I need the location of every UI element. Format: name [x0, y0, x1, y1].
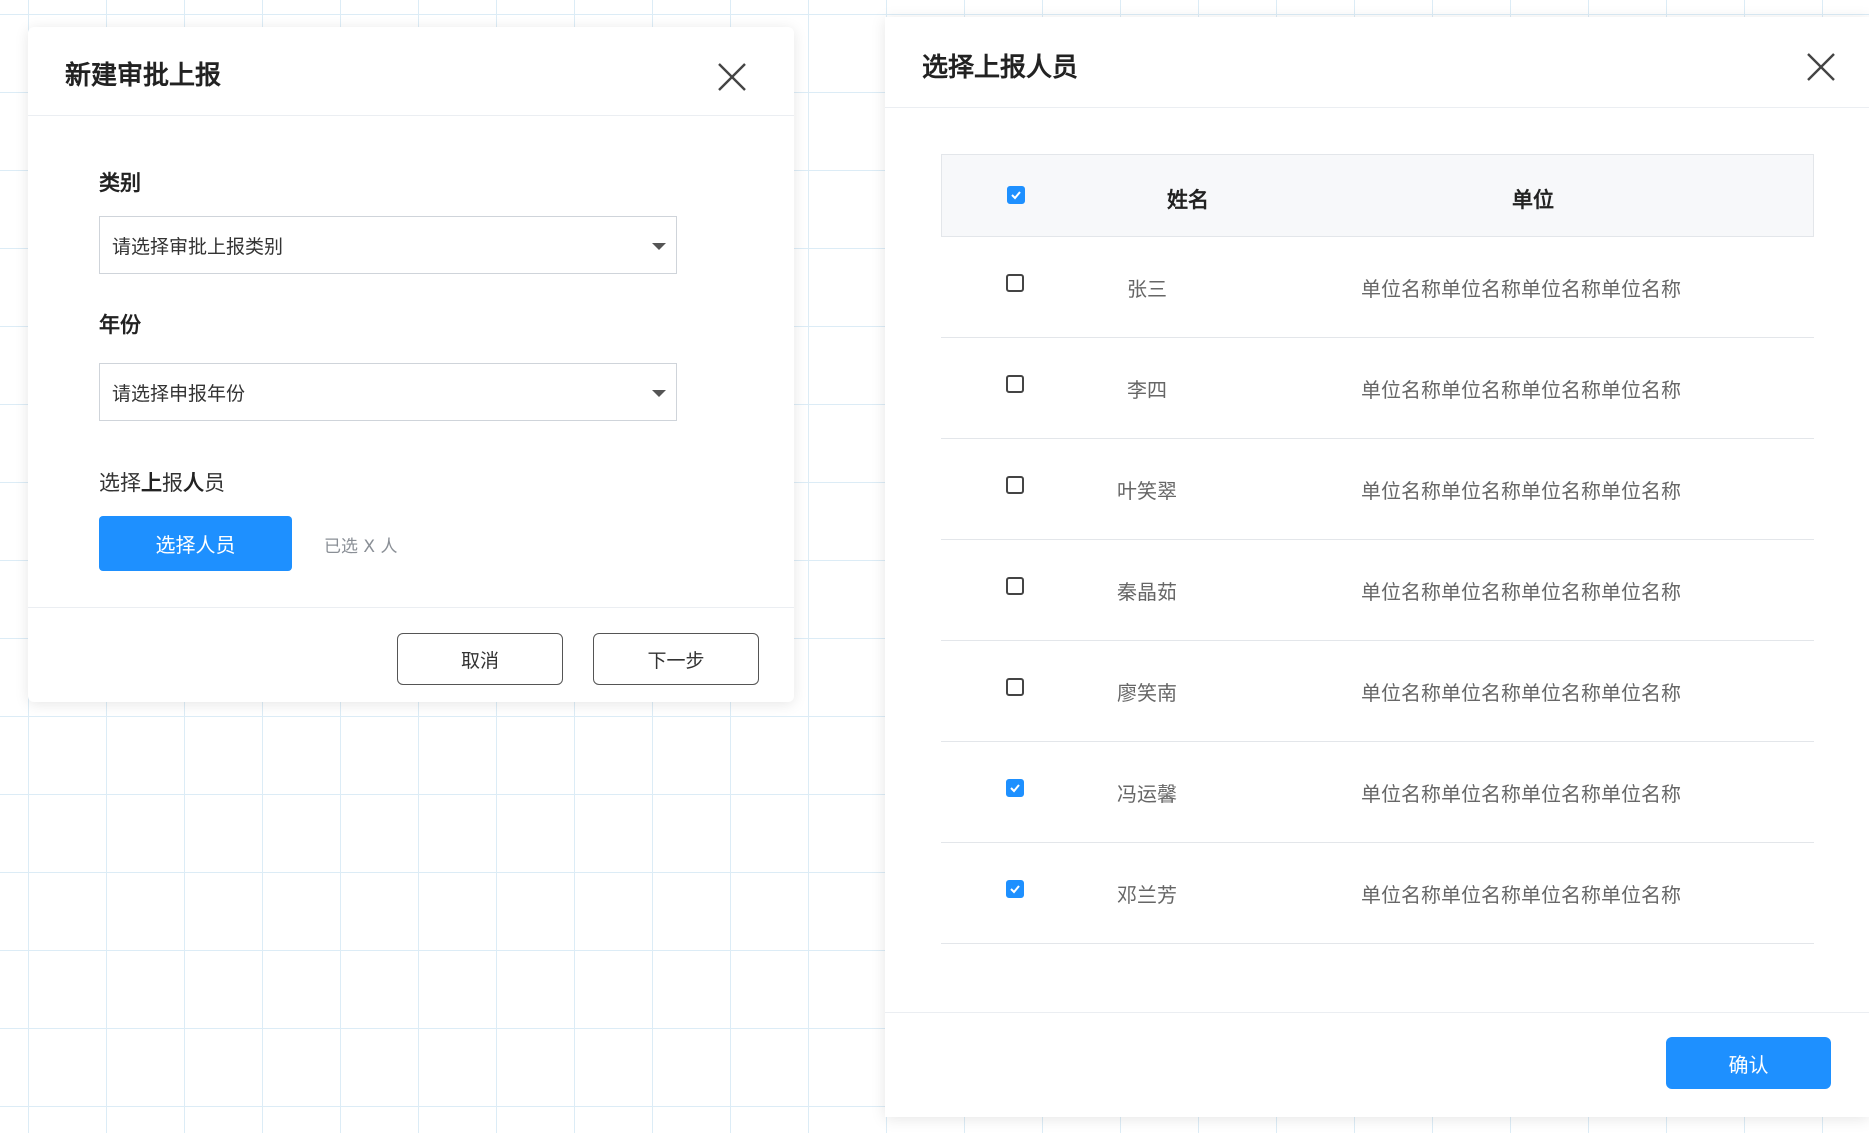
person-name: 冯运馨	[1117, 782, 1177, 806]
person-unit: 单位名称单位名称单位名称单位名称	[1361, 479, 1681, 503]
select-people-dialog: 选择上报人员 姓名 单位 张三 单位名称单位名称单位名称单位名称 李四 单位名称…	[885, 17, 1869, 1117]
person-unit: 单位名称单位名称单位名称单位名称	[1361, 580, 1681, 604]
dialog-title: 新建审批上报	[65, 61, 222, 91]
category-label: 类别	[99, 171, 141, 195]
person-name: 邓兰芳	[1117, 883, 1177, 907]
person-name: 叶笑翠	[1117, 479, 1177, 503]
footer-divider	[885, 1012, 1869, 1013]
column-header-name: 姓名	[1167, 188, 1209, 212]
category-select[interactable]: 请选择审批上报类别	[99, 216, 677, 274]
chevron-down-icon	[652, 243, 666, 250]
year-select[interactable]: 请选择申报年份	[99, 363, 677, 421]
person-unit: 单位名称单位名称单位名称单位名称	[1361, 378, 1681, 402]
dialog-title: 选择上报人员	[922, 53, 1079, 83]
chevron-down-icon	[652, 390, 666, 397]
person-name: 李四	[1127, 378, 1167, 402]
table-row[interactable]: 邓兰芳 单位名称单位名称单位名称单位名称	[941, 843, 1814, 944]
dialog-header: 新建审批上报	[28, 27, 794, 116]
table-row[interactable]: 张三 单位名称单位名称单位名称单位名称	[941, 237, 1814, 338]
category-placeholder: 请选择审批上报类别	[112, 236, 284, 258]
next-step-button[interactable]: 下一步	[593, 633, 759, 685]
person-name: 秦晶茹	[1117, 580, 1177, 604]
cancel-button[interactable]: 取消	[397, 633, 563, 685]
footer-divider	[28, 607, 794, 608]
close-icon[interactable]	[1801, 47, 1841, 87]
people-label-part: 报	[162, 471, 183, 495]
create-report-dialog: 新建审批上报 类别 请选择审批上报类别 年份 请选择申报年份 选择上报人员 选择…	[28, 27, 794, 702]
select-people-button[interactable]: 选择人员	[99, 516, 292, 571]
confirm-button[interactable]: 确认	[1666, 1037, 1831, 1089]
people-label-part: 人	[183, 471, 204, 495]
table-row[interactable]: 叶笑翠 单位名称单位名称单位名称单位名称	[941, 439, 1814, 540]
year-label: 年份	[99, 313, 141, 337]
people-table: 姓名 单位 张三 单位名称单位名称单位名称单位名称 李四 单位名称单位名称单位名…	[941, 154, 1814, 944]
people-label-part: 员	[204, 471, 225, 495]
table-row[interactable]: 秦晶茹 单位名称单位名称单位名称单位名称	[941, 540, 1814, 641]
selected-count: 已选 X 人	[324, 537, 398, 557]
person-name: 廖笑南	[1117, 681, 1177, 705]
people-label-part: 上	[141, 471, 162, 495]
people-label-part: 选择	[99, 471, 141, 495]
table-row[interactable]: 李四 单位名称单位名称单位名称单位名称	[941, 338, 1814, 439]
person-unit: 单位名称单位名称单位名称单位名称	[1361, 782, 1681, 806]
table-row[interactable]: 廖笑南 单位名称单位名称单位名称单位名称	[941, 641, 1814, 742]
person-unit: 单位名称单位名称单位名称单位名称	[1361, 681, 1681, 705]
table-header: 姓名 单位	[941, 154, 1814, 237]
year-placeholder: 请选择申报年份	[112, 383, 246, 405]
select-all-checkbox[interactable]	[1007, 186, 1025, 204]
dialog-header: 选择上报人员	[885, 17, 1869, 108]
select-people-label: 选择上报人员	[99, 467, 225, 497]
table-row[interactable]: 冯运馨 单位名称单位名称单位名称单位名称	[941, 742, 1814, 843]
column-header-unit: 单位	[1512, 188, 1554, 212]
person-name: 张三	[1127, 277, 1167, 301]
close-icon[interactable]	[712, 57, 752, 97]
person-unit: 单位名称单位名称单位名称单位名称	[1361, 883, 1681, 907]
person-unit: 单位名称单位名称单位名称单位名称	[1361, 277, 1681, 301]
